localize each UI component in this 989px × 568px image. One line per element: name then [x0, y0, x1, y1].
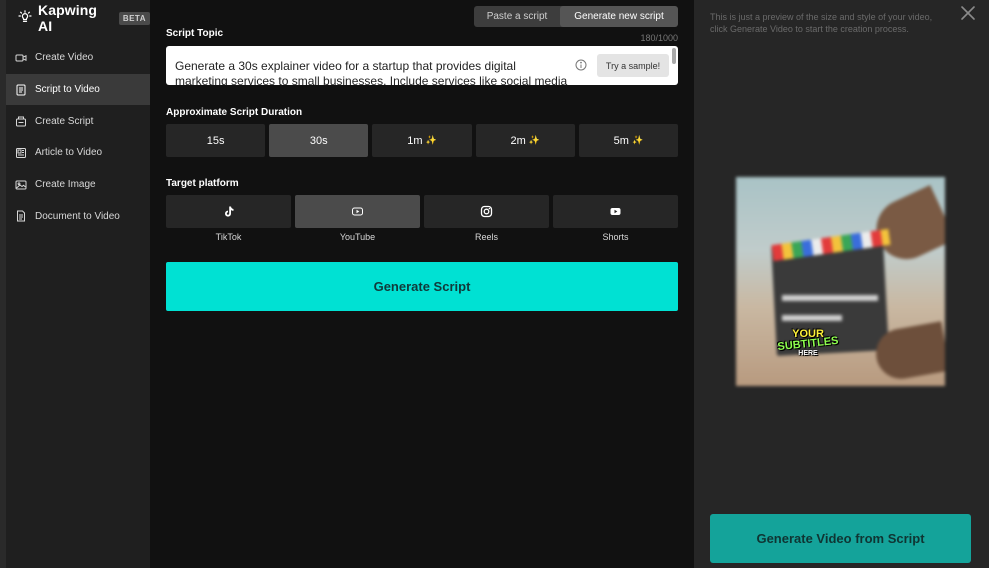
- try-sample-button[interactable]: Try a sample!: [597, 54, 669, 77]
- sidebar-item-create-script[interactable]: Create Script: [6, 105, 150, 137]
- close-icon[interactable]: [960, 5, 976, 21]
- platform-label-text: Shorts: [602, 232, 629, 242]
- sparkle-icon: ✨: [528, 135, 540, 145]
- duration-option-2m[interactable]: 2m ✨: [475, 124, 575, 157]
- youtube-icon: [352, 207, 363, 216]
- script-generate-icon: [16, 116, 26, 127]
- script-topic-label: Script Topic: [166, 28, 224, 39]
- article-icon: [16, 147, 26, 158]
- brand-name: Kapwing AI: [38, 2, 98, 34]
- platform-options: TikTok YouTube Reels Shorts: [166, 195, 678, 242]
- script-topic-input[interactable]: Generate a 30s explainer video for a sta…: [166, 46, 678, 85]
- sidebar-item-create-image[interactable]: Create Image: [6, 169, 150, 201]
- topic-scrollbar[interactable]: [672, 48, 676, 64]
- platform-option-tiktok[interactable]: TikTok: [166, 195, 291, 242]
- sidebar-item-label: Create Script: [35, 115, 94, 127]
- duration-option-30s[interactable]: 30s: [269, 124, 369, 157]
- platform-label-text: TikTok: [215, 232, 242, 242]
- character-counter: 180/1000: [640, 33, 678, 43]
- instagram-icon: [480, 205, 493, 218]
- duration-option-label: 2m: [510, 134, 526, 147]
- beta-badge: BETA: [118, 11, 150, 25]
- sidebar-item-label: Script to Video: [35, 84, 100, 96]
- paste-script-tab[interactable]: Paste a script: [474, 6, 560, 27]
- platform-button[interactable]: [553, 195, 678, 228]
- tiktok-icon: [225, 206, 234, 217]
- sidebar-item-label: Document to Video: [35, 210, 120, 222]
- sidebar-item-label: Create Image: [35, 179, 96, 191]
- youtube-shorts-icon: [610, 208, 621, 215]
- sparkle-icon: ✨: [631, 135, 644, 145]
- mode-toggle: Paste a script Generate new script: [474, 6, 678, 27]
- duration-option-label: 15s: [206, 134, 225, 147]
- duration-option-label: 30s: [309, 134, 328, 147]
- sidebar-item-document-to-video[interactable]: Document to Video: [6, 200, 150, 232]
- sidebar-nav: Create Video Script to Video Create Scri…: [6, 42, 150, 232]
- generate-new-script-tab[interactable]: Generate new script: [560, 6, 678, 27]
- sidebar-item-label: Create Video: [35, 52, 94, 64]
- duration-option-label: 1m: [407, 134, 423, 147]
- duration-option-15s[interactable]: 15s: [166, 124, 266, 157]
- script-form: Paste a script Generate new script Scrip…: [150, 0, 694, 568]
- sidebar-item-article-to-video[interactable]: Article to Video: [6, 137, 150, 169]
- duration-option-1m[interactable]: 1m ✨: [372, 124, 472, 157]
- document-icon: [17, 210, 25, 222]
- platform-button[interactable]: [166, 195, 291, 228]
- script-topic-text[interactable]: Generate a 30s explainer video for a sta…: [175, 59, 570, 85]
- video-camera-icon: [15, 54, 27, 62]
- brand[interactable]: Kapwing AI BETA: [18, 2, 150, 34]
- lightbulb-icon: [18, 10, 32, 26]
- platform-button[interactable]: [295, 195, 420, 228]
- preview-clapper-line: [782, 295, 878, 301]
- preview-clapper-line: [782, 315, 842, 321]
- script-icon: [16, 84, 26, 96]
- app-window: Kapwing AI BETA Create Video Script to V…: [0, 0, 989, 568]
- sidebar-item-script-to-video[interactable]: Script to Video: [6, 73, 150, 106]
- platform-button[interactable]: [424, 195, 549, 228]
- platform-option-youtube[interactable]: YouTube: [295, 195, 420, 242]
- duration-option-label: 5m: [613, 134, 629, 147]
- platform-option-reels[interactable]: Reels: [424, 195, 549, 242]
- sidebar-item-create-video[interactable]: Create Video: [6, 42, 150, 74]
- platform-label-text: Reels: [474, 232, 498, 242]
- platform-label-text: YouTube: [339, 232, 376, 242]
- generate-video-button[interactable]: Generate Video from Script: [710, 514, 971, 563]
- platform-option-shorts[interactable]: Shorts: [553, 195, 678, 242]
- duration-option-5m[interactable]: 5m ✨: [578, 124, 679, 157]
- sidebar: Kapwing AI BETA Create Video Script to V…: [6, 0, 150, 568]
- duration-label: Approximate Script Duration: [166, 107, 303, 118]
- image-icon: [15, 180, 27, 190]
- info-icon[interactable]: [575, 59, 587, 71]
- duration-options: 15s 30s 1m ✨ 2m ✨ 5m ✨: [166, 124, 679, 157]
- preview-subtitles: YOUR SUBTITLES HERE: [768, 328, 848, 357]
- sparkle-icon: ✨: [425, 135, 437, 145]
- platform-label: Target platform: [166, 178, 239, 189]
- preview-note: This is just a preview of the size and s…: [710, 12, 933, 34]
- sidebar-item-label: Article to Video: [35, 147, 103, 159]
- preview-panel: This is just a preview of the size and s…: [694, 0, 989, 568]
- generate-script-button[interactable]: Generate Script: [166, 262, 678, 311]
